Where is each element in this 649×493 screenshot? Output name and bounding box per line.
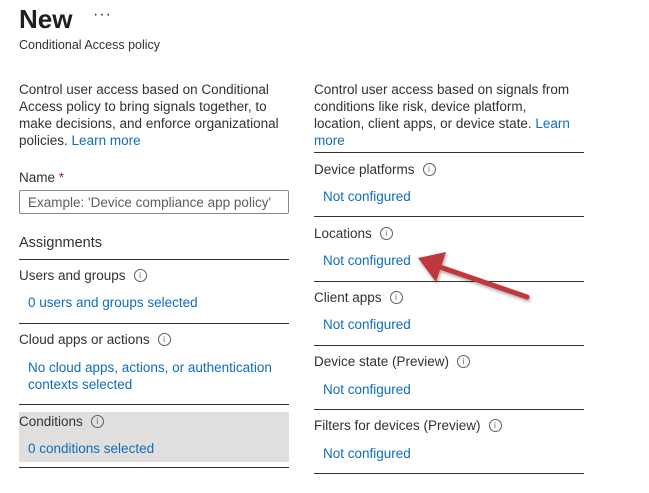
device-platforms-label-text: Device platforms [314, 162, 415, 177]
client-apps-label: Client apps i [314, 290, 403, 305]
divider [19, 467, 289, 468]
conditions-label: Conditions i [19, 414, 104, 429]
users-groups-label: Users and groups i [19, 268, 147, 283]
divider [19, 259, 289, 260]
client-apps-label-text: Client apps [314, 290, 382, 305]
left-learn-more-link[interactable]: Learn more [72, 133, 141, 148]
info-icon[interactable]: i [157, 333, 171, 346]
more-options-button[interactable]: ··· [93, 6, 112, 24]
info-icon[interactable]: i [90, 415, 104, 428]
divider [314, 216, 584, 217]
page-subtitle: Conditional Access policy [19, 38, 161, 52]
required-asterisk: * [58, 170, 65, 185]
cloud-apps-label: Cloud apps or actions i [19, 332, 171, 347]
divider [314, 473, 584, 474]
locations-link[interactable]: Not configured [323, 252, 411, 269]
info-icon[interactable]: i [488, 419, 502, 432]
filters-devices-label: Filters for devices (Preview) i [314, 418, 502, 433]
page-title: New [19, 4, 73, 34]
divider [314, 152, 584, 153]
users-groups-link[interactable]: 0 users and groups selected [28, 294, 198, 311]
assignments-heading: Assignments [19, 235, 103, 251]
policy-name-input[interactable] [19, 190, 289, 214]
left-intro-text: Control user access based on Conditional… [19, 82, 279, 148]
divider [19, 323, 289, 324]
left-intro: Control user access based on Conditional… [19, 81, 284, 149]
users-groups-label-text: Users and groups [19, 268, 126, 283]
divider [314, 409, 584, 410]
filters-devices-link[interactable]: Not configured [323, 445, 411, 462]
client-apps-link[interactable]: Not configured [323, 316, 411, 333]
locations-label-text: Locations [314, 226, 372, 241]
right-intro: Control user access based on signals fro… [314, 81, 579, 149]
divider [19, 404, 289, 405]
conditions-label-text: Conditions [19, 414, 83, 429]
name-label-text: Name [19, 170, 56, 185]
cloud-apps-label-text: Cloud apps or actions [19, 332, 150, 347]
device-state-label: Device state (Preview) i [314, 354, 471, 369]
device-platforms-link[interactable]: Not configured [323, 188, 411, 205]
info-icon[interactable]: i [389, 291, 403, 304]
locations-label: Locations i [314, 226, 393, 241]
info-icon[interactable]: i [379, 227, 393, 240]
info-icon[interactable]: i [422, 163, 436, 176]
device-state-label-text: Device state (Preview) [314, 354, 450, 369]
conditions-link[interactable]: 0 conditions selected [28, 440, 154, 457]
divider [314, 281, 584, 282]
divider [314, 345, 584, 346]
info-icon[interactable]: i [133, 269, 147, 282]
device-platforms-label: Device platforms i [314, 162, 436, 177]
filters-devices-label-text: Filters for devices (Preview) [314, 418, 481, 433]
device-state-link[interactable]: Not configured [323, 381, 411, 398]
name-label: Name * [19, 170, 64, 185]
info-icon[interactable]: i [457, 355, 471, 368]
right-intro-text: Control user access based on signals fro… [314, 82, 570, 131]
cloud-apps-link[interactable]: No cloud apps, actions, or authenticatio… [28, 359, 278, 393]
